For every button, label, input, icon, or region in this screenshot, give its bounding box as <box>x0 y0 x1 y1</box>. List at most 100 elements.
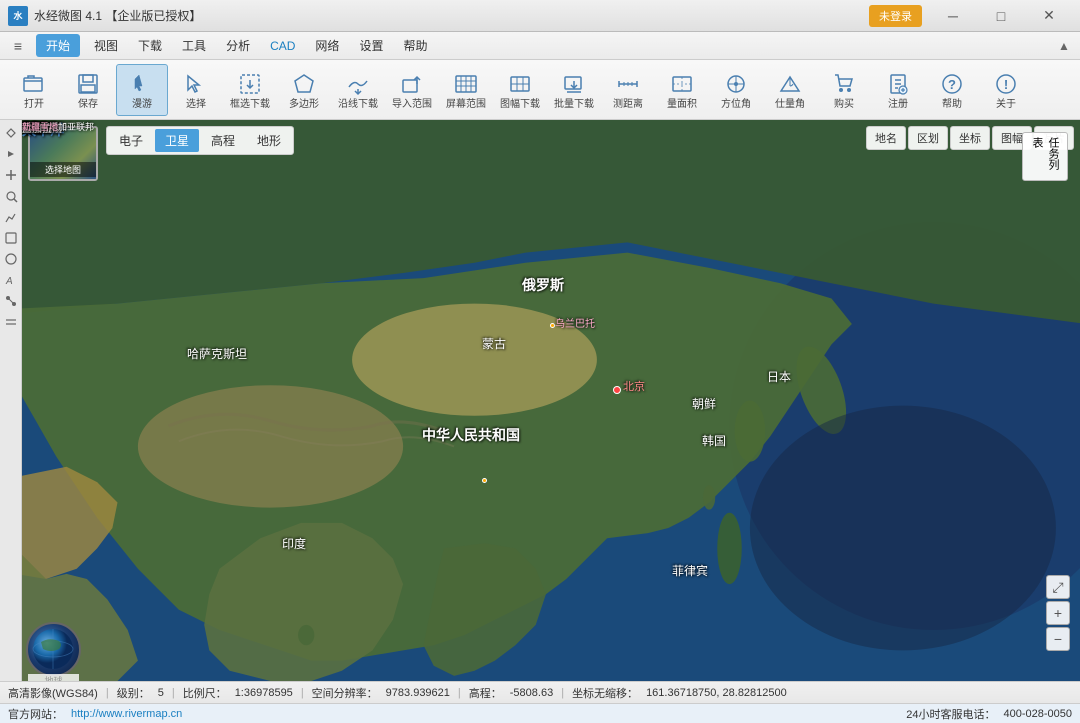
tool-select-label: 选择 <box>186 100 206 110</box>
svg-text:A: A <box>5 276 13 287</box>
map-type-gaocheng[interactable]: 高程 <box>201 129 245 152</box>
tool-line-download[interactable]: 沿线下载 <box>332 64 384 116</box>
map-type-dixing[interactable]: 地形 <box>247 129 291 152</box>
menu-item-download[interactable]: 下载 <box>128 33 172 58</box>
map-zoom-out-btn[interactable]: − <box>1046 627 1070 651</box>
titlebar: 水 水经微图 4.1 【企业版已授权】 未登录 ─ □ ✕ <box>0 0 1080 32</box>
maximize-button[interactable]: □ <box>978 2 1024 30</box>
line-download-icon <box>344 70 372 98</box>
tool-purchase-label: 购买 <box>834 100 854 110</box>
menu-start-button[interactable]: 开始 <box>36 34 80 57</box>
status-elevation: -5808.63 <box>510 687 553 699</box>
globe-label: 地球 <box>28 674 79 681</box>
bearing-icon <box>722 70 750 98</box>
map-type-dianzi[interactable]: 电子 <box>109 129 153 152</box>
sidebar-tool-8[interactable]: A <box>2 271 20 289</box>
tool-import-range-label: 导入范围 <box>392 100 432 110</box>
menu-item-help[interactable]: 帮助 <box>393 33 437 58</box>
tool-select[interactable]: 选择 <box>170 64 222 116</box>
menu-toggle-button[interactable]: ≡ <box>4 34 32 58</box>
task-list-panel[interactable]: 任务列表 <box>1022 132 1068 181</box>
tool-screen-range-label: 屏幕范围 <box>446 100 486 110</box>
main-area: A <box>0 120 1080 681</box>
sidebar-tool-2[interactable] <box>2 145 20 163</box>
menubar: ≡ 开始 视图 下载 工具 分析 CAD 网络 设置 帮助 ▲ <box>0 32 1080 60</box>
sidebar-tool-7[interactable] <box>2 250 20 268</box>
measure-distance-icon <box>614 70 642 98</box>
browse-icon <box>128 70 156 98</box>
tool-save[interactable]: 保存 <box>62 64 114 116</box>
tool-frame-width[interactable]: 图幅下载 <box>494 64 546 116</box>
map-expand-btn[interactable]: ⤢ <box>1046 575 1070 599</box>
tool-frame-width-label: 图幅下载 <box>500 100 540 110</box>
tool-measure-distance[interactable]: 测距离 <box>602 64 654 116</box>
sidebar-tool-10[interactable] <box>2 313 20 331</box>
status-resolution: 9783.939621 <box>386 687 450 699</box>
map-tab-zuobiao[interactable]: 坐标 <box>950 126 990 150</box>
tool-frame-download[interactable]: 框选下载 <box>224 64 276 116</box>
tool-purchase[interactable]: 购买 <box>818 64 870 116</box>
minimize-button[interactable]: ─ <box>930 2 976 30</box>
tool-screen-range[interactable]: 屏幕范围 <box>440 64 492 116</box>
tool-open[interactable]: 打开 <box>8 64 60 116</box>
svg-text:?: ? <box>948 77 956 92</box>
not-login-button[interactable]: 未登录 <box>869 5 922 27</box>
menu-item-tools[interactable]: 工具 <box>172 33 216 58</box>
save-icon <box>74 70 102 98</box>
tool-browse[interactable]: 漫游 <box>116 64 168 116</box>
batch-download-icon <box>560 70 588 98</box>
tool-bearing-label: 方位角 <box>721 100 751 110</box>
sidebar-tool-3[interactable] <box>2 166 20 184</box>
tool-browse-label: 漫游 <box>132 100 152 110</box>
menu-item-settings[interactable]: 设置 <box>349 33 393 58</box>
close-button[interactable]: ✕ <box>1026 2 1072 30</box>
tool-batch-download[interactable]: 批量下载 <box>548 64 600 116</box>
map-type-weixing[interactable]: 卫星 <box>155 129 199 152</box>
map-controls: ⤢ + − <box>1046 575 1070 651</box>
status-website-link[interactable]: http://www.rivermap.cn <box>71 708 182 720</box>
map-tab-quhua[interactable]: 区划 <box>908 126 948 150</box>
map-type-panel: 电子 卫星 高程 地形 <box>106 126 294 155</box>
purchase-icon <box>830 70 858 98</box>
tool-import-range[interactable]: 导入范围 <box>386 64 438 116</box>
about-icon: ! <box>992 70 1020 98</box>
status-coord-label: 坐标无缩移： <box>572 685 638 701</box>
window-controls: ─ □ ✕ <box>930 2 1072 30</box>
tool-help-label: 帮助 <box>942 100 962 110</box>
slope-icon <box>776 70 804 98</box>
menu-item-analysis[interactable]: 分析 <box>216 33 260 58</box>
tool-line-download-label: 沿线下载 <box>338 100 378 110</box>
status-scale: 1:36978595 <box>235 687 293 699</box>
menu-item-view[interactable]: 视图 <box>84 33 128 58</box>
register-icon <box>884 70 912 98</box>
status-scale-label: 比例尺： <box>183 685 227 701</box>
menu-item-network[interactable]: 网络 <box>305 33 349 58</box>
tool-measure-area[interactable]: 量面积 <box>656 64 708 116</box>
tool-bearing[interactable]: 方位角 <box>710 64 762 116</box>
sidebar-tool-4[interactable] <box>2 187 20 205</box>
tool-save-label: 保存 <box>78 100 98 110</box>
status-image-type: 高清影像(WGS84) <box>8 685 98 701</box>
tool-batch-download-label: 批量下载 <box>554 100 594 110</box>
menu-item-cad[interactable]: CAD <box>260 35 305 57</box>
tool-register[interactable]: 注册 <box>872 64 924 116</box>
sidebar-tool-1[interactable] <box>2 124 20 142</box>
sidebar-tool-9[interactable] <box>2 292 20 310</box>
status-resolution-label: 空间分辨率： <box>312 685 378 701</box>
status-elevation-label: 高程： <box>469 685 502 701</box>
sidebar-tool-6[interactable] <box>2 229 20 247</box>
tool-polygon[interactable]: 多边形 <box>278 64 330 116</box>
app-title: 水经微图 4.1 【企业版已授权】 <box>34 7 869 24</box>
sidebar-tool-5[interactable] <box>2 208 20 226</box>
globe-widget[interactable]: 地球 <box>26 622 81 677</box>
map-tab-diming[interactable]: 地名 <box>866 126 906 150</box>
tool-about[interactable]: ! 关于 <box>980 64 1032 116</box>
map-area[interactable]: 选择地图 电子 卫星 高程 地形 地名 区划 坐标 图幅 瓦片 任务列表 俄罗斯… <box>22 120 1080 681</box>
tool-slope[interactable]: 仕量角 <box>764 64 816 116</box>
map-zoom-in-btn[interactable]: + <box>1046 601 1070 625</box>
tool-about-label: 关于 <box>996 100 1016 110</box>
tool-help[interactable]: ? 帮助 <box>926 64 978 116</box>
collapse-button[interactable]: ▲ <box>1052 34 1076 58</box>
tool-open-label: 打开 <box>24 100 44 110</box>
select-icon <box>182 70 210 98</box>
